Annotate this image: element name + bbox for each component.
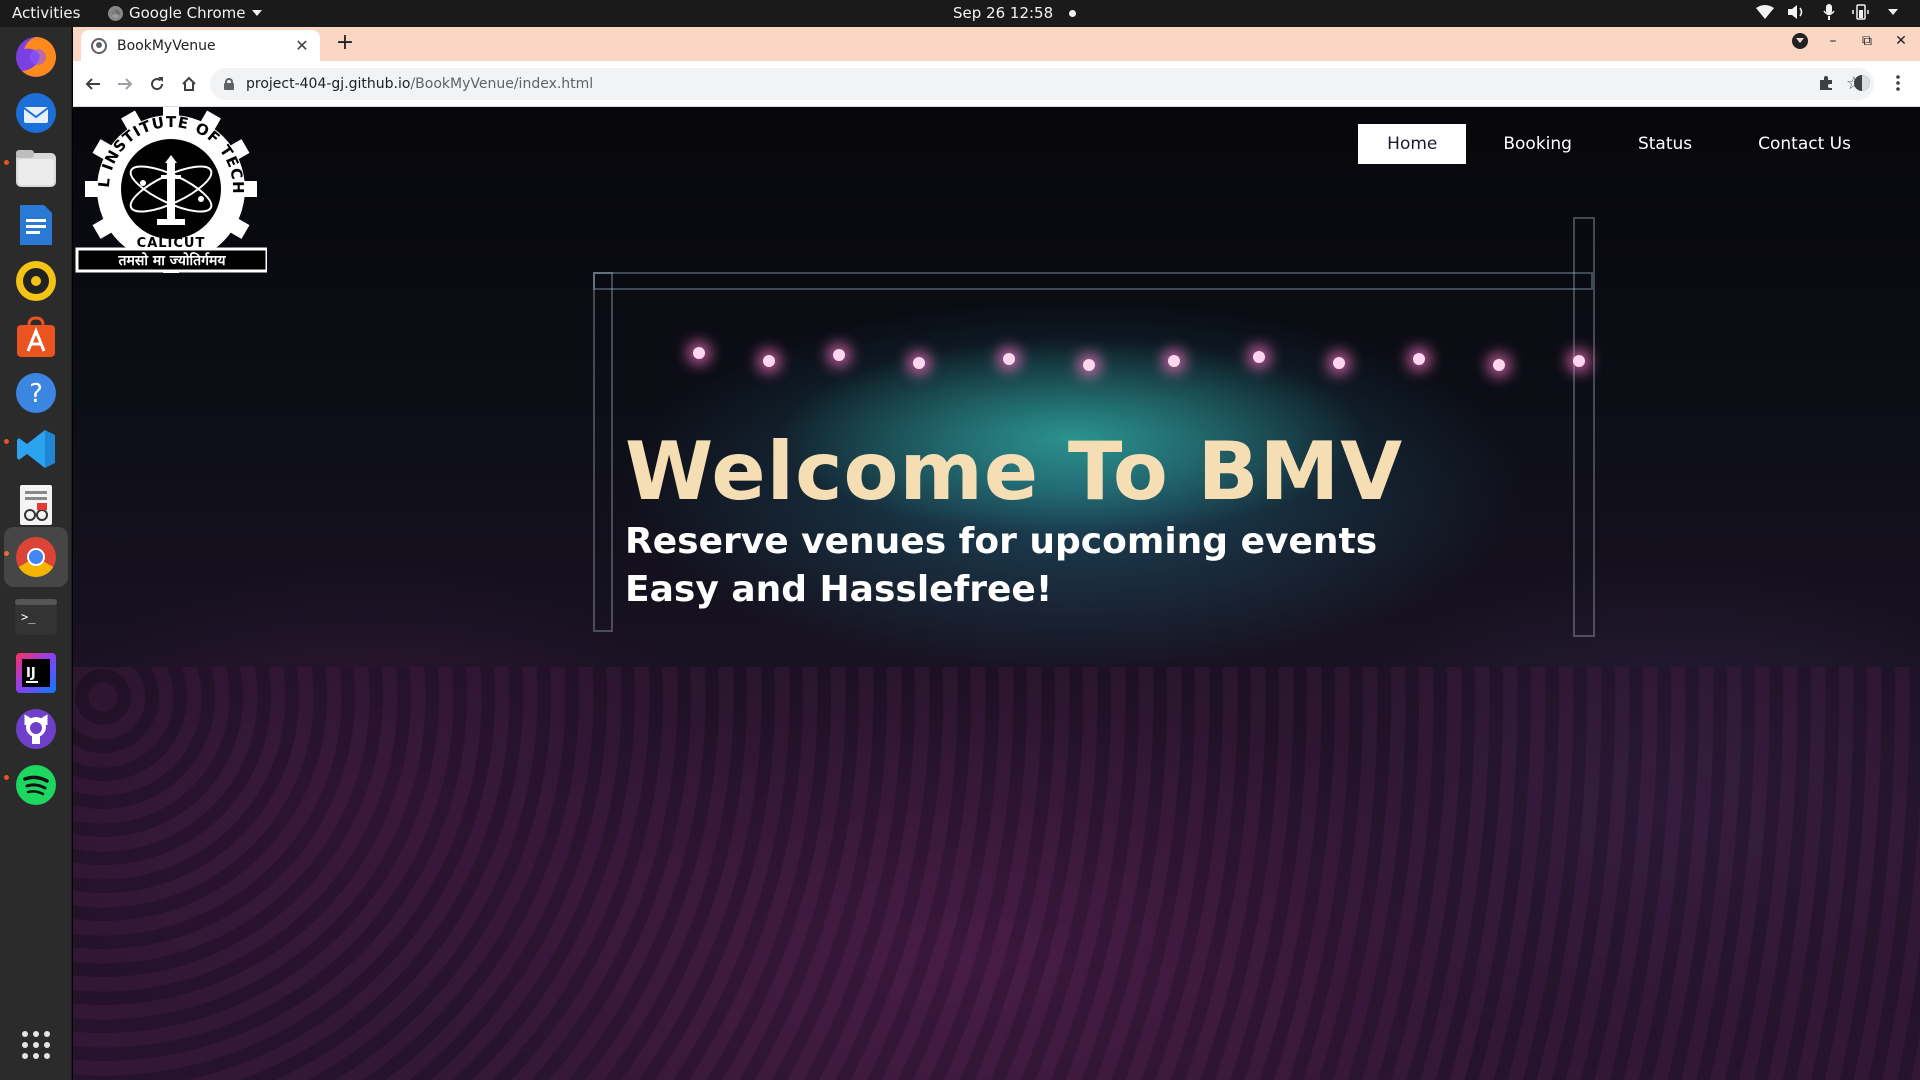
- vscode-icon[interactable]: [12, 425, 60, 473]
- extensions-puzzle-icon[interactable]: [1816, 73, 1836, 93]
- lock-icon[interactable]: [224, 78, 234, 90]
- forward-icon[interactable]: [113, 72, 137, 96]
- terminal-icon[interactable]: >_: [12, 593, 60, 641]
- volume-icon[interactable]: [1788, 3, 1806, 21]
- system-tray[interactable]: [1756, 3, 1902, 21]
- svg-text:?: ?: [29, 379, 43, 409]
- stage-truss: [1573, 217, 1595, 637]
- running-indicator: [4, 775, 9, 780]
- extension-toolbar: [1816, 73, 1908, 93]
- hero-section: Welcome To BMV Reserve venues for upcomi…: [625, 427, 1403, 613]
- reload-icon[interactable]: [145, 72, 169, 96]
- nav-booking[interactable]: Booking: [1474, 124, 1601, 164]
- browser-toolbar: project-404-gj.github.io/BookMyVenue/ind…: [73, 61, 1920, 107]
- logo-motto: तमसो मा ज्योतिर्गमय: [118, 252, 227, 269]
- globe-icon: [91, 37, 107, 54]
- show-applications-icon[interactable]: [18, 1027, 54, 1063]
- home-icon[interactable]: [177, 72, 201, 96]
- intellij-icon[interactable]: IJ: [12, 649, 60, 697]
- svg-text:>_: >_: [21, 610, 36, 624]
- url-host: project-404-gj.github.io: [246, 76, 411, 92]
- restore-icon[interactable]: ⧉: [1858, 33, 1876, 49]
- page-viewport: NATIONAL INSTITUTE OF TECHNOLOGY CALICUT…: [73, 107, 1920, 1080]
- running-indicator: [4, 160, 9, 165]
- back-icon[interactable]: [81, 72, 105, 96]
- url-path: /BookMyVenue/index.html: [410, 76, 594, 92]
- stage-lights: [613, 337, 1653, 377]
- datetime-label: Sep 26 12:58: [953, 4, 1054, 22]
- crowd-background: [73, 667, 1920, 1080]
- main-nav: Home Booking Status Contact Us: [1350, 124, 1880, 164]
- clock[interactable]: Sep 26 12:58: [953, 4, 1077, 22]
- tab-bookmyvenue[interactable]: BookMyVenue ✕: [81, 30, 320, 61]
- rhythmbox-icon[interactable]: [12, 257, 60, 305]
- chevron-down-icon[interactable]: [1884, 3, 1902, 21]
- more-menu-icon[interactable]: [1888, 73, 1908, 93]
- dock: ? >_ IJ: [0, 27, 72, 1080]
- running-indicator: [4, 439, 9, 444]
- browser-window: BookMyVenue ✕ + – ⧉ ✕ project-404-gj.git…: [73, 27, 1920, 1080]
- chrome-icon[interactable]: [4, 527, 68, 587]
- app-menu[interactable]: Google Chrome: [108, 4, 262, 22]
- activities-button[interactable]: Activities: [12, 4, 80, 22]
- close-tab-icon[interactable]: ✕: [294, 36, 310, 55]
- nav-contact-us[interactable]: Contact Us: [1729, 124, 1880, 164]
- tab-title: BookMyVenue: [117, 37, 216, 54]
- app-menu-label: Google Chrome: [129, 4, 246, 22]
- chevron-down-icon: [251, 10, 262, 16]
- document-viewer-icon[interactable]: [12, 481, 60, 529]
- system-top-bar: Activities Google Chrome Sep 26 12:58: [0, 0, 1920, 27]
- thunderbird-icon[interactable]: [12, 89, 60, 137]
- battery-icon[interactable]: [1852, 3, 1870, 21]
- notification-dot: [1069, 9, 1077, 17]
- stage-truss: [593, 272, 1593, 290]
- wifi-icon[interactable]: [1756, 3, 1774, 21]
- window-controls: – ⧉ ✕: [1792, 33, 1910, 49]
- new-tab-button[interactable]: +: [331, 30, 359, 58]
- nav-status[interactable]: Status: [1609, 124, 1721, 164]
- nit-calicut-logo[interactable]: NATIONAL INSTITUTE OF TECHNOLOGY CALICUT…: [73, 107, 269, 275]
- chrome-app-icon: [108, 5, 123, 21]
- close-window-icon[interactable]: ✕: [1892, 33, 1910, 49]
- writer-icon[interactable]: [12, 201, 60, 249]
- profile-avatar-icon[interactable]: [1852, 73, 1872, 93]
- files-icon[interactable]: [12, 145, 60, 193]
- firefox-icon[interactable]: [12, 33, 60, 81]
- address-bar[interactable]: project-404-gj.github.io/BookMyVenue/ind…: [210, 68, 1874, 100]
- svg-text:IJ: IJ: [26, 666, 36, 681]
- nav-home[interactable]: Home: [1358, 124, 1467, 164]
- help-icon[interactable]: ?: [12, 369, 60, 417]
- spotify-icon[interactable]: [12, 761, 60, 809]
- hero-title: Welcome To BMV: [625, 425, 1404, 518]
- hero-subtitle-line-1: Reserve venues for upcoming events: [625, 521, 1378, 562]
- github-desktop-icon[interactable]: [12, 705, 60, 753]
- tab-search-icon[interactable]: [1792, 33, 1808, 49]
- minimize-icon[interactable]: –: [1824, 33, 1842, 49]
- hero-subtitle-line-2: Easy and Hasslefree!: [625, 569, 1053, 610]
- tab-strip: BookMyVenue ✕ + – ⧉ ✕: [73, 27, 1920, 61]
- stage-truss: [593, 272, 613, 632]
- microphone-icon[interactable]: [1820, 3, 1838, 21]
- software-center-icon[interactable]: [12, 313, 60, 361]
